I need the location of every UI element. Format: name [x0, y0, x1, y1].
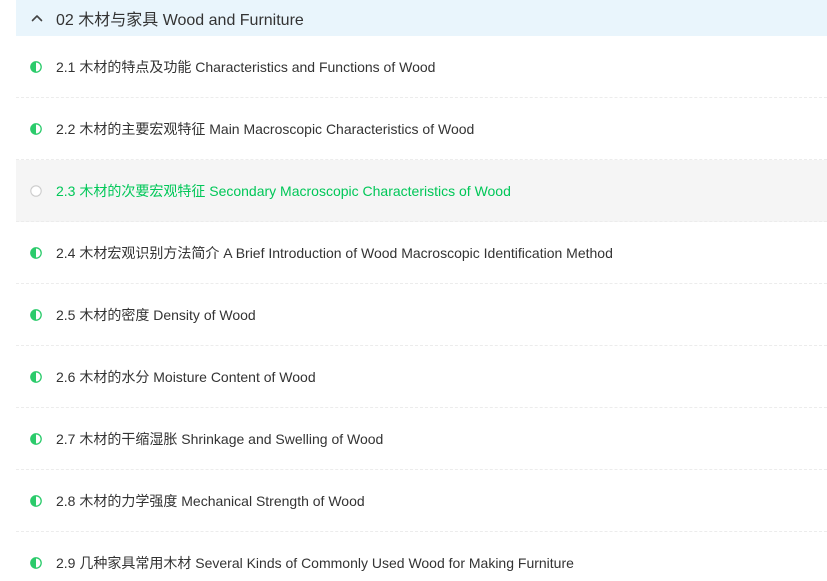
lesson-item[interactable]: 2.3 木材的次要宏观特征 Secondary Macroscopic Char…	[16, 160, 827, 222]
chapter-header[interactable]: 02 木材与家具 Wood and Furniture	[16, 0, 827, 36]
lesson-label: 2.7 木材的干缩湿胀 Shrinkage and Swelling of Wo…	[56, 430, 384, 447]
chevron-up-icon[interactable]	[19, 0, 55, 36]
half-progress-icon	[30, 246, 42, 259]
lesson-label: 2.9 几种家具常用木材 Several Kinds of Commonly U…	[56, 554, 574, 571]
lesson-item[interactable]: 2.5 木材的密度 Density of Wood	[16, 284, 827, 346]
half-progress-icon	[30, 370, 42, 383]
lesson-label: 2.5 木材的密度 Density of Wood	[56, 306, 256, 323]
half-progress-icon	[30, 556, 42, 569]
half-progress-icon	[30, 122, 42, 135]
lesson-label: 2.2 木材的主要宏观特征 Main Macroscopic Character…	[56, 120, 475, 137]
lesson-item[interactable]: 2.4 木材宏观识别方法简介 A Brief Introduction of W…	[16, 222, 827, 284]
lesson-label: 2.8 木材的力学强度 Mechanical Strength of Wood	[56, 492, 365, 509]
half-progress-icon	[30, 308, 42, 321]
lesson-label: 2.6 木材的水分 Moisture Content of Wood	[56, 368, 316, 385]
lesson-item[interactable]: 2.9 几种家具常用木材 Several Kinds of Commonly U…	[16, 532, 827, 581]
lesson-label: 2.3 木材的次要宏观特征 Secondary Macroscopic Char…	[56, 182, 511, 199]
lesson-item[interactable]: 2.2 木材的主要宏观特征 Main Macroscopic Character…	[16, 98, 827, 160]
half-progress-icon	[30, 494, 42, 507]
chapter-title: 02 木材与家具 Wood and Furniture	[56, 12, 304, 29]
lesson-label: 2.1 木材的特点及功能 Characteristics and Functio…	[56, 58, 436, 75]
lesson-label: 2.4 木材宏观识别方法简介 A Brief Introduction of W…	[56, 244, 613, 261]
lesson-item[interactable]: 2.8 木材的力学强度 Mechanical Strength of Wood	[16, 470, 827, 532]
lesson-item[interactable]: 2.1 木材的特点及功能 Characteristics and Functio…	[16, 36, 827, 98]
lesson-item[interactable]: 2.6 木材的水分 Moisture Content of Wood	[16, 346, 827, 408]
lesson-item[interactable]: 2.7 木材的干缩湿胀 Shrinkage and Swelling of Wo…	[16, 408, 827, 470]
lesson-list: 2.1 木材的特点及功能 Characteristics and Functio…	[16, 36, 827, 581]
empty-circle-icon	[30, 184, 42, 197]
half-progress-icon	[30, 60, 42, 73]
course-outline: 02 木材与家具 Wood and Furniture 2.1 木材的特点及功能…	[0, 0, 827, 581]
half-progress-icon	[30, 432, 42, 445]
